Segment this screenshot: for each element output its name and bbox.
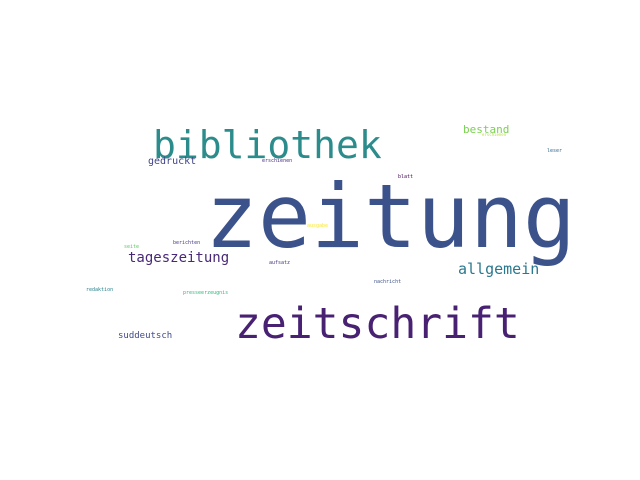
word-nachricht: nachricht [374,279,402,285]
word-presseerzeugnis: presseerzeugnis [183,290,229,296]
word-erschienen-yellow: erschienen [482,132,507,137]
word-aufsatz: aufsatz [269,260,291,266]
word-berichten: berichten [173,240,201,246]
word-zeitschrift: zeitschrift [235,299,520,349]
word-gedruckt: gedruckt [148,156,197,167]
word-tageszeitung: tageszeitung [128,250,230,266]
word-seite: seite [124,244,140,250]
word-blatt: blatt [398,174,414,180]
word-zeitung: zeitung [205,165,576,268]
word-suddeutsch: suddeutsch [118,331,173,341]
word-leser: leser [547,148,563,154]
word-ausgabe: ausgabe [307,223,329,229]
word-redaktion: redaktion [86,287,114,293]
word-allgemein: allgemein [458,260,540,278]
word-erschienen: erschienen [262,158,293,164]
word-cloud: zeitung zeitschrift bibliothek allgemein… [0,0,640,480]
